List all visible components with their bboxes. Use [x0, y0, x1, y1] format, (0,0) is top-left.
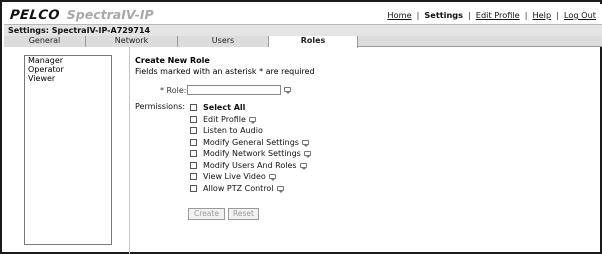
role-item-operator[interactable]: Operator — [25, 65, 111, 74]
help-tooltip-icon[interactable] — [299, 162, 307, 170]
reset-button[interactable]: Reset — [228, 208, 259, 220]
window-frame: PELCO SpectraIV-IP Home | Settings | Edi… — [0, 0, 602, 254]
logo: PELCO SpectraIV-IP — [9, 7, 154, 23]
roles-sidebar: Manager Operator Viewer — [4, 47, 130, 254]
brand-logo: PELCO — [9, 8, 61, 23]
product-name: SpectraIV-IP — [66, 7, 154, 22]
settings-tabs: General Network Users Roles — [4, 36, 602, 48]
permission-row: Listen to Audio — [190, 125, 390, 137]
permission-row: Allow PTZ Control — [190, 183, 390, 195]
modify-network-settings-checkbox[interactable] — [190, 150, 197, 158]
permission-label: Select All — [203, 103, 246, 113]
help-tooltip-icon[interactable] — [268, 174, 276, 182]
permission-label: View Live Video — [203, 172, 266, 182]
settings-title: Settings: SpectraIV-IP-A729714 — [8, 26, 151, 35]
edit-profile-checkbox[interactable] — [190, 115, 197, 123]
required-note: Fields marked with an asterisk * are req… — [135, 67, 315, 76]
permission-label: Listen to Audio — [203, 126, 263, 136]
permission-label: Allow PTZ Control — [203, 183, 274, 193]
role-item-manager[interactable]: Manager — [25, 56, 111, 65]
tab-network[interactable]: Network — [86, 36, 178, 47]
role-item-viewer[interactable]: Viewer — [25, 74, 111, 83]
create-button[interactable]: Create — [188, 208, 225, 220]
nav-help-link[interactable]: Help — [532, 10, 551, 20]
permissions-list: Select All Edit Profile Listen to Audio … — [190, 102, 390, 194]
help-tooltip-icon[interactable] — [303, 151, 311, 159]
allow-ptz-control-checkbox[interactable] — [190, 184, 197, 192]
tab-general[interactable]: General — [4, 36, 86, 47]
permission-row: View Live Video — [190, 171, 390, 183]
nav-logout-link[interactable]: Log Out — [564, 10, 596, 20]
form-title: Create New Role — [135, 56, 210, 65]
permission-label: Edit Profile — [203, 114, 246, 124]
nav-separator: | — [556, 10, 559, 20]
help-tooltip-icon[interactable] — [276, 185, 284, 193]
permission-row: Modify Users And Roles — [190, 160, 390, 172]
help-tooltip-icon[interactable] — [284, 87, 291, 94]
roles-listbox[interactable]: Manager Operator Viewer — [24, 55, 112, 245]
permission-label: Modify Network Settings — [203, 149, 301, 159]
nav-home-link[interactable]: Home — [387, 10, 411, 20]
permission-row: Modify General Settings — [190, 137, 390, 149]
nav-separator: | — [416, 10, 420, 20]
role-label: * Role: — [160, 86, 187, 95]
help-tooltip-icon[interactable] — [248, 116, 256, 124]
nav-separator: | — [524, 10, 528, 20]
form-actions: Create Reset — [188, 208, 262, 220]
permission-label: Modify Users And Roles — [203, 160, 297, 170]
permission-row: Select All — [190, 102, 390, 114]
create-role-form: Create New Role Fields marked with an as… — [134, 47, 600, 254]
nav-settings-link[interactable]: Settings — [424, 10, 463, 20]
listen-audio-checkbox[interactable] — [190, 127, 197, 135]
select-all-checkbox[interactable] — [190, 104, 197, 112]
top-nav: Home | Settings | Edit Profile | Help | … — [387, 10, 596, 20]
header: PELCO SpectraIV-IP Home | Settings | Edi… — [4, 4, 602, 24]
permission-row: Edit Profile — [190, 114, 390, 126]
permissions-label: Permissions: — [135, 102, 186, 111]
modify-general-settings-checkbox[interactable] — [190, 138, 197, 146]
settings-title-bar: Settings: SpectraIV-IP-A729714 — [4, 24, 602, 36]
modify-users-roles-checkbox[interactable] — [190, 161, 197, 169]
help-tooltip-icon[interactable] — [301, 139, 309, 147]
view-live-video-checkbox[interactable] — [190, 173, 197, 181]
role-field-row: * Role: — [134, 85, 334, 96]
permission-label: Modify General Settings — [203, 137, 299, 147]
tab-users[interactable]: Users — [178, 36, 269, 47]
permission-row: Modify Network Settings — [190, 148, 390, 160]
role-name-input[interactable] — [187, 85, 281, 95]
nav-separator: | — [468, 10, 471, 20]
nav-edit-profile-link[interactable]: Edit Profile — [476, 10, 520, 20]
